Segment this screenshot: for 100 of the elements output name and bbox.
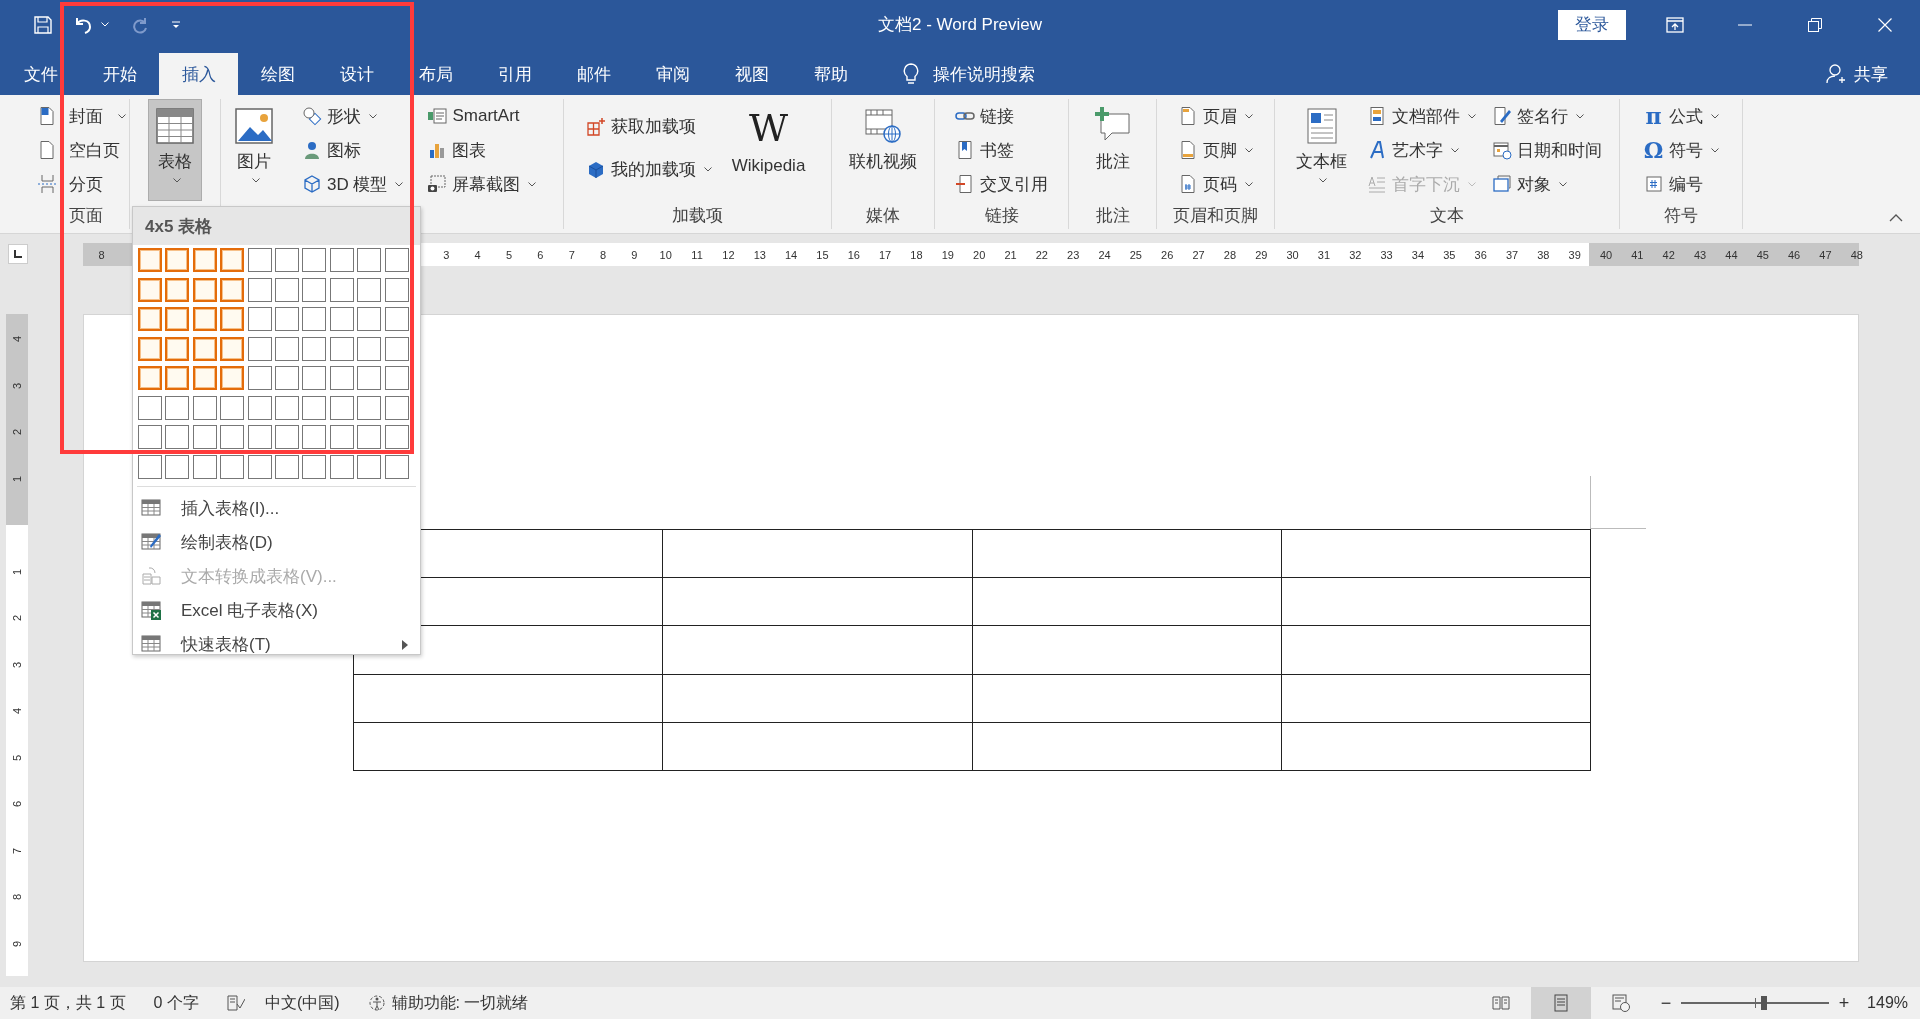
ribbon-button[interactable]: 批注 [1085,99,1140,201]
grid-cell[interactable] [302,425,327,449]
grid-cell[interactable] [165,307,190,331]
ribbon-tab[interactable]: 布局 [396,53,475,95]
grid-cell[interactable] [302,277,327,302]
grid-cell[interactable] [357,307,382,331]
view-button[interactable] [1531,987,1592,1019]
grid-cell[interactable] [138,454,162,479]
ribbon-tab[interactable]: 审阅 [633,53,712,95]
ribbon-tab[interactable]: 引用 [475,53,554,95]
grid-cell[interactable] [384,366,409,390]
ribbon-button[interactable]: 页脚 [1175,133,1256,167]
grid-cell[interactable] [192,307,217,331]
grid-cell[interactable] [247,336,272,361]
sign-in-button[interactable]: 登录 [1558,9,1626,40]
grid-cell[interactable] [247,425,272,449]
grid-cell[interactable] [384,336,409,361]
grid-cell[interactable] [138,425,162,449]
tell-me-search[interactable]: 操作说明搜索 [903,53,1035,95]
grid-cell[interactable] [192,248,217,272]
ribbon-button[interactable]: π 公式 [1640,99,1722,133]
grid-cell[interactable] [192,425,217,449]
ribbon-tab[interactable]: 帮助 [791,53,870,95]
grid-cell[interactable] [384,395,409,420]
accessibility-status[interactable]: 辅助功能: 一切就绪 [367,992,529,1014]
grid-cell[interactable] [357,454,382,479]
page-count[interactable]: 第 1 页，共 1 页 [10,992,126,1014]
grid-cell[interactable] [192,336,217,361]
grid-cell[interactable] [357,277,382,302]
grid-cell[interactable] [329,336,354,361]
ribbon-button[interactable]: 艺术字 [1364,133,1479,167]
grid-cell[interactable] [384,307,409,331]
grid-cell[interactable] [247,395,272,420]
ribbon-tab[interactable]: 文件 [1,53,80,95]
ribbon-button[interactable]: 链接 [952,99,1051,133]
tab-selector[interactable] [8,244,28,264]
grid-cell[interactable] [274,336,299,361]
grid-cell[interactable] [165,454,190,479]
grid-cell[interactable] [384,454,409,479]
ribbon-button[interactable]: 封面 [34,99,129,133]
ribbon-tab[interactable]: 邮件 [554,53,633,95]
grid-cell[interactable] [165,395,190,420]
grid-cell[interactable] [192,277,217,302]
ribbon-button[interactable]: 屏幕截图 [424,167,540,201]
grid-cell[interactable] [247,277,272,302]
grid-cell[interactable] [329,425,354,449]
grid-cell[interactable] [357,248,382,272]
ribbon-tab[interactable]: 视图 [712,53,791,95]
ribbon-button[interactable]: Ω 符号 [1640,133,1722,167]
grid-cell[interactable] [220,336,245,361]
ribbon-button[interactable]: W Wikipedia [724,99,813,201]
grid-cell[interactable] [274,366,299,390]
grid-cell[interactable] [274,307,299,331]
grid-cell[interactable] [220,307,245,331]
grid-cell[interactable] [247,366,272,390]
zoom-in-button[interactable]: + [1833,992,1856,1014]
grid-cell[interactable] [274,248,299,272]
grid-cell[interactable] [302,248,327,272]
grid-cell[interactable] [138,277,162,302]
grid-cell[interactable] [138,395,162,420]
grid-cell[interactable] [138,336,162,361]
ribbon-tab[interactable]: 设计 [317,53,396,95]
zoom-out-button[interactable]: − [1655,992,1678,1014]
grid-cell[interactable] [384,425,409,449]
grid-cell[interactable] [247,248,272,272]
grid-cell[interactable] [220,425,245,449]
ribbon-button[interactable]: 书签 [952,133,1051,167]
ribbon-button[interactable]: 页眉 [1175,99,1256,133]
grid-cell[interactable] [329,307,354,331]
grid-cell[interactable] [302,307,327,331]
ribbon-button[interactable]: 交叉引用 [952,167,1051,201]
grid-cell[interactable] [357,336,382,361]
ribbon-button[interactable]: 空白页 [34,133,129,167]
grid-cell[interactable] [192,454,217,479]
menu-item[interactable]: Excel 电子表格(X) [133,593,420,627]
grid-cell[interactable] [192,395,217,420]
ribbon-tab[interactable]: 绘图 [238,53,317,95]
grid-cell[interactable] [329,395,354,420]
ribbon-button[interactable]: 图标 [299,133,407,167]
grid-cell[interactable] [247,454,272,479]
ribbon-button[interactable]: 日期和时间 [1489,133,1605,167]
menu-item[interactable]: 绘制表格(D) [133,525,420,559]
grid-cell[interactable] [220,277,245,302]
zoom-level[interactable]: 149% [1867,994,1908,1012]
ribbon-button[interactable]: 图片 [227,99,281,201]
grid-cell[interactable] [357,366,382,390]
ribbon-tab[interactable]: 插入 [159,53,238,95]
menu-item[interactable]: 插入表格(I)... [133,491,420,525]
grid-cell[interactable] [138,366,162,390]
share-button[interactable]: 共享 [1826,53,1888,95]
grid-cell[interactable] [192,366,217,390]
ribbon-button[interactable]: 形状 [299,99,407,133]
grid-cell[interactable] [165,366,190,390]
grid-cell[interactable] [247,307,272,331]
grid-cell[interactable] [220,395,245,420]
slider-thumb[interactable] [1760,996,1767,1010]
ribbon-button[interactable]: 图表 [424,133,540,167]
grid-cell[interactable] [138,248,162,272]
grid-cell[interactable] [302,366,327,390]
grid-cell[interactable] [302,336,327,361]
